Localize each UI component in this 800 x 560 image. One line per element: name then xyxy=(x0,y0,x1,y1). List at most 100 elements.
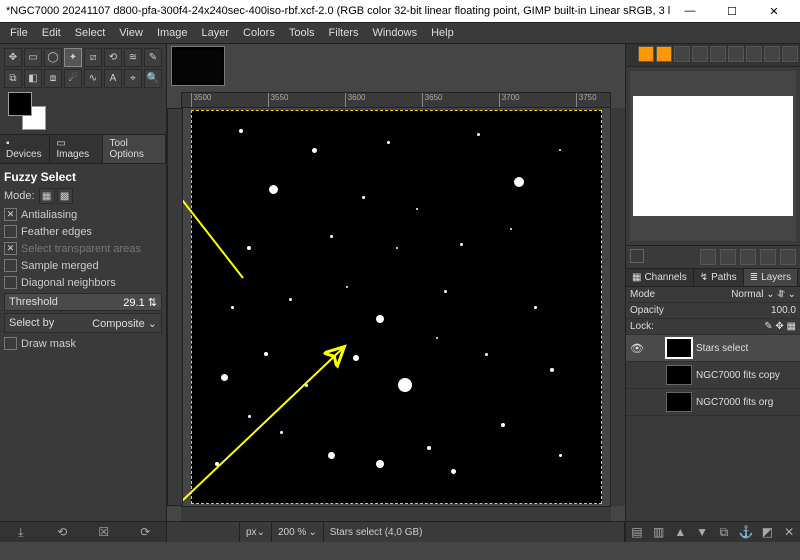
brush-icon[interactable] xyxy=(746,46,762,62)
eye-icon[interactable]: 👁 xyxy=(630,342,644,355)
new-group-icon[interactable]: ▥ xyxy=(652,525,666,539)
text-icon[interactable] xyxy=(674,46,690,62)
tool-fuzzy-select[interactable]: ✦ xyxy=(64,48,82,67)
opt-select-transparent[interactable]: Select transparent areas xyxy=(4,242,162,255)
mask-layer-icon[interactable]: ◩ xyxy=(760,525,774,539)
menu-colors[interactable]: Colors xyxy=(237,25,281,41)
tool-text[interactable]: A xyxy=(104,69,122,88)
threshold-slider[interactable]: Threshold 29.1 ⇅ xyxy=(4,293,162,311)
tab-tool-options[interactable]: Tool Options xyxy=(103,135,166,163)
edit-brush-icon[interactable] xyxy=(720,249,736,265)
menu-layer[interactable]: Layer xyxy=(196,25,236,41)
mode-switch-icon[interactable]: ⥯ xyxy=(777,289,784,300)
tool-zoom[interactable]: 🔍 xyxy=(144,69,162,88)
tool-crop[interactable]: ⧄ xyxy=(84,48,102,67)
layer-row[interactable]: 👁 Stars select xyxy=(626,335,800,362)
dup-layer-icon[interactable]: ⧉ xyxy=(717,525,731,539)
pattern-icon[interactable] xyxy=(710,46,726,62)
tab-devices[interactable]: ▪ Devices xyxy=(0,135,50,163)
image-tab[interactable] xyxy=(171,46,225,86)
new-layer-icon[interactable]: ▤ xyxy=(630,525,644,539)
tab-images[interactable]: ▭ Images xyxy=(50,135,103,163)
window-close-button[interactable]: ✕ xyxy=(754,0,794,22)
save-presets-icon[interactable]: ⤓ xyxy=(14,525,28,539)
tool-free-select[interactable]: ◯ xyxy=(44,48,62,67)
dup-brush-icon[interactable] xyxy=(740,249,756,265)
path-icon[interactable] xyxy=(764,46,780,62)
font-icon[interactable] xyxy=(728,46,744,62)
opt-feather[interactable]: Feather edges xyxy=(4,225,162,238)
merge-layer-icon[interactable]: ⚓ xyxy=(739,525,753,539)
tool-path[interactable]: ∿ xyxy=(84,69,102,88)
tool-smudge[interactable]: ☄ xyxy=(64,69,82,88)
histogram-icon[interactable] xyxy=(638,46,654,62)
menu-windows[interactable]: Windows xyxy=(366,25,423,41)
lock-pixels-icon[interactable]: ✎ xyxy=(764,321,772,332)
opt-draw-mask[interactable]: Draw mask xyxy=(4,337,162,350)
tool-move[interactable]: ✥ xyxy=(4,48,22,67)
dash-icon[interactable] xyxy=(782,46,798,62)
ruler-vertical[interactable] xyxy=(167,108,183,506)
select-by-dropdown[interactable]: Select by Composite ⌄ xyxy=(4,313,162,333)
ruler-horizontal[interactable]: 3500 3550 3600 3650 3700 3750 xyxy=(181,92,611,108)
lock-alpha-icon[interactable]: ▦ xyxy=(787,321,796,332)
image-view[interactable] xyxy=(191,110,602,504)
navigation-preview[interactable] xyxy=(630,71,796,241)
fg-bg-colors[interactable] xyxy=(8,92,48,132)
new-brush-icon[interactable] xyxy=(700,249,716,265)
gradient-icon[interactable] xyxy=(692,46,708,62)
tool-color-picker[interactable]: ⌖ xyxy=(124,69,142,88)
tool-transform[interactable]: ⟲ xyxy=(104,48,122,67)
raise-layer-icon[interactable]: ▲ xyxy=(673,525,687,539)
lock-position-icon[interactable]: ✥ xyxy=(775,321,783,332)
unit-dropdown[interactable]: px ⌄ xyxy=(240,522,272,542)
tool-eraser[interactable]: ◧ xyxy=(24,69,42,88)
star xyxy=(510,228,512,230)
layer-name[interactable]: NGC7000 fits org xyxy=(696,397,796,408)
mode-replace-button[interactable]: ▦ xyxy=(39,188,55,204)
tool-warp[interactable]: ≋ xyxy=(124,48,142,67)
layer-name[interactable]: NGC7000 fits copy xyxy=(696,370,796,381)
reset-presets-icon[interactable]: ⟳ xyxy=(138,525,152,539)
layer-row[interactable]: NGC7000 fits copy xyxy=(626,362,800,389)
opt-sample-merged[interactable]: Sample merged xyxy=(4,259,162,272)
zoom-dropdown[interactable]: 200 % ⌄ xyxy=(272,522,324,542)
tab-channels[interactable]: ▦Channels xyxy=(626,269,694,286)
tool-clone[interactable]: ⧈ xyxy=(44,69,62,88)
delete-presets-icon[interactable]: ☒ xyxy=(97,525,111,539)
canvas[interactable] xyxy=(183,108,610,506)
menu-image[interactable]: Image xyxy=(151,25,194,41)
layer-name[interactable]: Stars select xyxy=(696,343,796,354)
lower-layer-icon[interactable]: ▼ xyxy=(695,525,709,539)
opacity-row[interactable]: Opacity 100.0 xyxy=(626,303,800,319)
menu-filters[interactable]: Filters xyxy=(323,25,365,41)
menu-help[interactable]: Help xyxy=(425,25,460,41)
tab-paths[interactable]: ↯Paths xyxy=(694,269,744,286)
tool-paintbrush[interactable]: ✎ xyxy=(144,48,162,67)
menu-tools[interactable]: Tools xyxy=(283,25,321,41)
scrollbar-horizontal[interactable] xyxy=(181,506,611,521)
tool-bucket[interactable]: ⧉ xyxy=(4,69,22,88)
del-brush-icon[interactable] xyxy=(760,249,776,265)
menu-view[interactable]: View xyxy=(113,25,149,41)
mode-add-button[interactable]: ▩ xyxy=(57,188,73,204)
mode-dropdown[interactable]: Normal ⌄ xyxy=(731,289,774,300)
menu-select[interactable]: Select xyxy=(69,25,112,41)
stepper-icon[interactable]: ⇅ xyxy=(148,297,157,309)
menu-edit[interactable]: Edit xyxy=(36,25,67,41)
scrollbar-vertical[interactable] xyxy=(610,108,625,506)
tool-rect-select[interactable]: ▭ xyxy=(24,48,42,67)
opt-diagonal[interactable]: Diagonal neighbors xyxy=(4,276,162,289)
refresh-brush-icon[interactable] xyxy=(780,249,796,265)
restore-presets-icon[interactable]: ⟲ xyxy=(55,525,69,539)
fg-color-swatch[interactable] xyxy=(8,92,32,116)
opt-antialias[interactable]: Antialiasing xyxy=(4,208,162,221)
menu-file[interactable]: File xyxy=(4,25,34,41)
chevron-down-icon[interactable]: ⌄ xyxy=(788,289,796,300)
window-maximize-button[interactable]: ☐ xyxy=(712,0,752,22)
layer-row[interactable]: NGC7000 fits org xyxy=(626,389,800,416)
window-minimize-button[interactable]: — xyxy=(670,0,710,22)
pointer-icon[interactable] xyxy=(656,46,672,62)
tab-layers[interactable]: ≣Layers xyxy=(744,269,798,286)
delete-layer-icon[interactable]: ✕ xyxy=(782,525,796,539)
